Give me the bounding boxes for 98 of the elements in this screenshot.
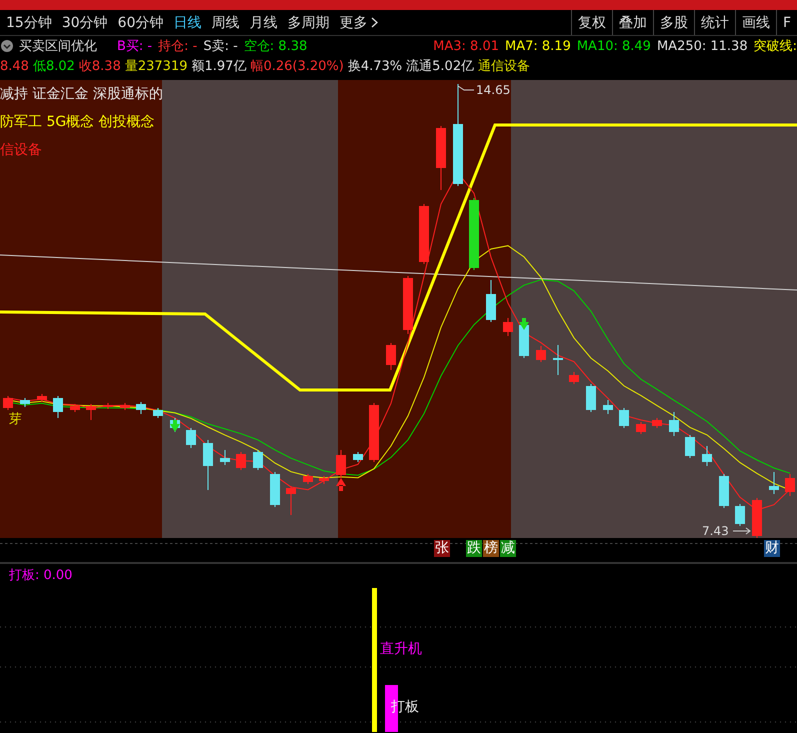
period-tab[interactable]: 日线 [167,12,206,34]
indicator-value: B买: - [117,38,152,55]
candlestick [386,342,396,370]
candlestick [769,472,779,494]
candlestick [569,372,579,384]
candlestick [685,434,695,458]
toolbar-button[interactable]: 统计 [694,10,735,35]
candlestick [336,450,346,478]
candlestick [319,476,329,484]
candlestick [785,474,795,496]
event-marker[interactable]: 榜 [483,540,499,557]
quote-value: 流通5.02亿 [406,58,474,75]
toolbar-button[interactable]: 复权 [570,10,612,35]
candlestick [403,276,413,334]
indicator-title: 打板: 0.00 [9,567,72,584]
concept-tags: 信设备 [0,142,42,158]
candlestick [719,474,729,508]
average-value: MA10: 8.49 [576,38,651,54]
high-price-label: 14.65 [476,83,510,97]
average-value: MA3: 8.01 [433,38,499,54]
chevron-icon [371,17,378,28]
concept-tags: 减持 证金汇金 深股通标的 [0,86,163,102]
candlestick [186,428,196,448]
candlestick [303,474,313,484]
candlestick [619,408,629,428]
candlestick [136,402,146,414]
indicator-value: 空仓: 8.38 [244,38,308,55]
period-tab[interactable]: 多周期 [281,12,334,34]
candlestick [86,404,96,420]
candlestick [70,404,80,412]
down-arrow-icon [170,420,180,432]
candlestick [286,486,296,516]
candlestick [503,318,513,336]
candlestick [419,204,429,264]
toolbar-button[interactable]: 多股 [652,10,694,35]
event-marker[interactable]: 张 [434,540,450,557]
leader-line [458,86,474,90]
average-value: MA7: 8.19 [505,38,571,54]
event-marker[interactable]: 减 [500,540,516,557]
candlestick [436,126,446,190]
candlestick [603,400,613,414]
down-arrow-icon [519,318,529,330]
quote-value: 8.48 [0,58,29,74]
signal-label: 直升机 [380,641,422,657]
quote-value: 换4.73% [348,58,402,75]
candlestick [37,394,47,402]
candlestick [536,346,546,362]
candlestick [553,344,563,376]
candlestick [636,422,646,434]
quote-value: 低8.02 [32,58,75,75]
average-value: MA250: 11.38 [656,38,748,54]
candlestick [220,450,230,466]
candlestick [203,440,213,490]
candlestick [153,408,163,418]
quote-value: 量237319 [124,58,188,75]
low-price-label: 7.43 [702,524,729,538]
candlestick [103,402,113,410]
candlestick [669,412,679,436]
quote-value: 通信设备 [478,58,530,75]
indicator-value: 持仓: - [158,38,198,55]
leader-line [732,528,751,534]
quote-value: 额1.97亿 [192,58,246,75]
concept-tags: 防军工 5G概念 创投概念 [0,114,155,130]
period-tab[interactable]: 月线 [243,12,282,34]
toolbar-button[interactable]: F [776,10,797,35]
toolbar-button[interactable]: 画线 [734,10,776,35]
event-marker[interactable]: 跌 [466,540,482,557]
candlestick [735,504,745,526]
quote-value: 幅0.26(3.20%) [250,58,344,75]
signal-label: 芽 [9,412,22,427]
event-marker[interactable]: 财 [764,540,780,557]
period-tab[interactable]: 15分钟 [0,12,56,34]
average-value: 突破线: [754,38,797,55]
candlestick [270,472,280,508]
candlestick [53,396,63,418]
candlestick [253,450,263,470]
candlestick [486,280,496,322]
candlestick [236,452,246,470]
signal-label: 打板 [391,699,419,715]
up-arrow-icon [336,478,346,491]
period-tab[interactable]: 60分钟 [112,12,168,34]
indicator-name: 买卖区间优化 [19,38,97,55]
dropdown-icon[interactable] [1,40,13,52]
candlestick [702,446,712,466]
candlestick [20,398,30,408]
toolbar-button[interactable]: 叠加 [612,10,653,35]
candlestick [752,498,762,538]
indicator-value: S卖: - [203,38,238,55]
candlestick [369,402,379,462]
period-tab[interactable]: 周线 [205,12,244,34]
candlestick [353,452,363,462]
candlestick [3,396,13,410]
candlestick [586,384,596,412]
candlestick [120,402,130,410]
candlestick [652,418,662,428]
quote-value: 收8.38 [78,58,121,75]
more-button[interactable]: 更多 [333,12,382,34]
period-tab[interactable]: 30分钟 [56,12,112,34]
